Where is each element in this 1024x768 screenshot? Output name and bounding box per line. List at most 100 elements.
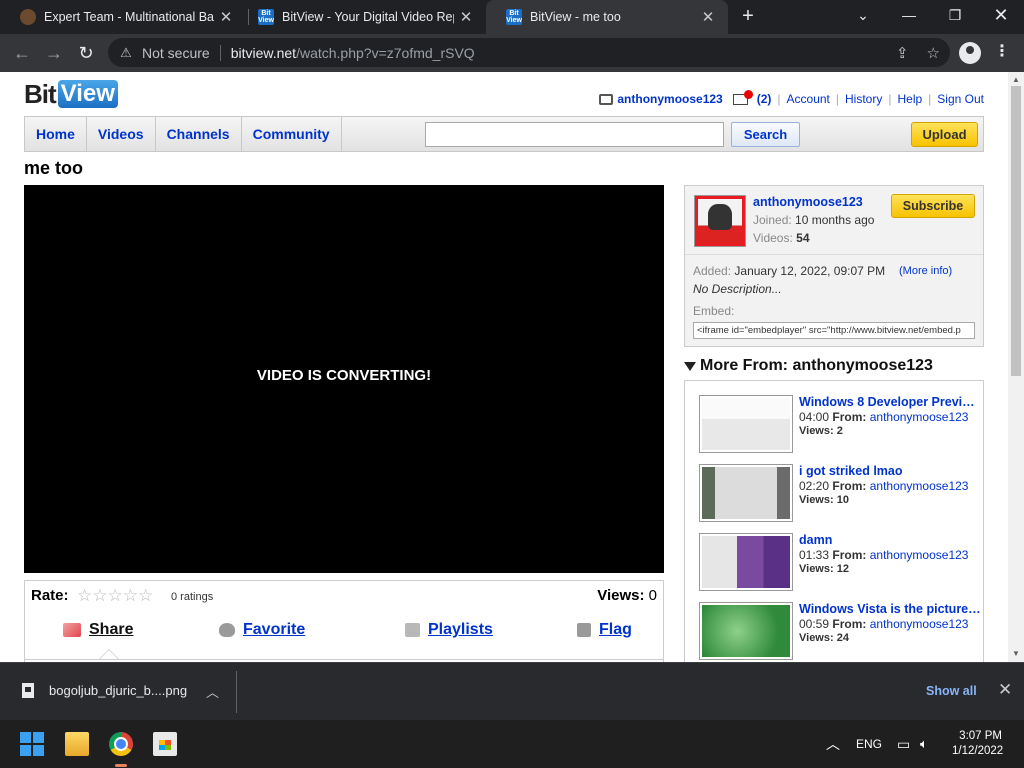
video-thumbnail[interactable]	[699, 464, 793, 522]
user-name-link[interactable]: anthonymoose123	[617, 92, 722, 106]
share-label: Share	[89, 621, 134, 638]
video-duration: 01:33	[799, 548, 830, 562]
video-thumbnail[interactable]	[699, 602, 793, 660]
video-title-link[interactable]: i got striked lmao	[799, 464, 981, 478]
video-player[interactable]: VIDEO IS CONVERTING!	[24, 185, 664, 573]
list-item[interactable]: i got striked lmao 02:20 From: anthonymo…	[699, 464, 981, 524]
reload-icon[interactable]: ↻	[74, 41, 98, 65]
tab-search-icon[interactable]: ⌄	[840, 0, 886, 30]
download-separator	[236, 671, 237, 713]
thumbnail-image	[702, 467, 790, 519]
system-clock[interactable]: 3:07 PM 1/12/2022	[952, 729, 1003, 759]
video-title-link[interactable]: Windows 8 Developer Previe…	[799, 395, 981, 409]
nav-channels[interactable]: Channels	[156, 117, 242, 151]
url-path: /watch.php?v=z7ofmd_rSVQ	[296, 44, 475, 61]
rating-stars[interactable]: ☆☆☆☆☆	[77, 586, 153, 606]
tab-expert-team[interactable]: Expert Team - Multinational Bask ✕	[0, 0, 246, 34]
more-from-heading[interactable]: More From: anthonymoose123	[684, 357, 933, 375]
logo-bit: Bit	[24, 78, 57, 109]
address-bar[interactable]: ⚠ Not secure bitview.net/watch.php?v=z7o…	[108, 38, 950, 67]
scroll-down-icon[interactable]: ▼	[1012, 649, 1020, 658]
microsoft-store-icon[interactable]	[153, 732, 177, 756]
playlists-label: Playlists	[428, 621, 493, 638]
minimize-icon[interactable]: —	[886, 0, 932, 30]
chevron-up-tray-icon[interactable]: ︿	[826, 720, 840, 768]
tab-bitview-me-too[interactable]: Bit View BitView - me too ✕	[486, 0, 728, 34]
account-link[interactable]: Account	[787, 92, 830, 106]
close-download-bar-icon[interactable]: ✕	[998, 680, 1012, 700]
info-divider	[685, 254, 983, 255]
download-item[interactable]: bogoljub_djuric_b....png	[22, 683, 187, 698]
restore-icon[interactable]: ❐	[932, 0, 978, 30]
windows-start-icon[interactable]	[20, 732, 44, 756]
channel-link[interactable]: anthonymoose123	[870, 548, 969, 562]
new-tab-button[interactable]: +	[737, 5, 759, 27]
channel-link[interactable]: anthonymoose123	[870, 479, 969, 493]
views-count: 0	[648, 587, 657, 604]
scrollbar-thumb[interactable]	[1011, 86, 1021, 376]
separator: |	[888, 92, 892, 106]
upload-button[interactable]: Upload	[911, 122, 978, 147]
channel-link[interactable]: anthonymoose123	[870, 617, 969, 631]
warning-icon[interactable]: ⚠	[118, 45, 134, 61]
channel-link[interactable]: anthonymoose123	[870, 410, 969, 424]
volume-icon[interactable]: 🔈︎	[920, 720, 928, 768]
video-title-link[interactable]: Windows Vista is the picture …	[799, 602, 981, 616]
profile-avatar-icon[interactable]	[959, 42, 981, 64]
videos-label: Videos:	[753, 231, 793, 245]
show-all-button[interactable]: Show all	[926, 684, 977, 698]
list-item[interactable]: Windows Vista is the picture … 00:59 Fro…	[699, 602, 981, 662]
search-input[interactable]	[425, 122, 724, 147]
separator: |	[928, 92, 932, 106]
close-tab-icon[interactable]: ✕	[454, 8, 478, 26]
share-button[interactable]: Share	[63, 621, 133, 639]
joined-label: Joined:	[753, 213, 792, 227]
language-indicator[interactable]: ENG	[856, 720, 882, 768]
inbox-count-link[interactable]: (2)	[757, 92, 772, 106]
video-thumbnail[interactable]	[699, 395, 793, 453]
uploader-avatar[interactable]	[694, 195, 746, 247]
nav-videos[interactable]: Videos	[87, 117, 156, 151]
tab-bitview-home[interactable]: Bit View BitView - Your Digital Video Rep…	[238, 0, 486, 34]
file-explorer-icon[interactable]	[65, 732, 89, 756]
flag-label: Flag	[599, 621, 632, 638]
favorite-label: Favorite	[243, 621, 306, 638]
nav-home[interactable]: Home	[25, 117, 87, 151]
video-title-link[interactable]: damn	[799, 533, 981, 547]
chrome-menu-icon[interactable]: ⋮	[994, 41, 1010, 61]
chrome-app-icon[interactable]	[109, 732, 133, 756]
nav-community[interactable]: Community	[242, 117, 342, 151]
omnibox-divider	[219, 44, 221, 61]
network-icon[interactable]: ▭	[897, 720, 910, 768]
subscribe-button[interactable]: Subscribe	[891, 194, 975, 218]
sign-out-link[interactable]: Sign Out	[937, 92, 984, 106]
close-window-icon[interactable]: ✕	[978, 0, 1024, 30]
video-meta: 02:20 From: anthonymoose123	[799, 479, 968, 493]
close-tab-icon[interactable]: ✕	[696, 8, 720, 26]
embed-code-field[interactable]: <iframe id="embedplayer" src="http://www…	[693, 322, 975, 339]
forward-icon[interactable]: →	[42, 41, 66, 65]
favorite-button[interactable]: Favorite	[219, 621, 305, 639]
flag-icon	[577, 623, 591, 637]
bitview-logo[interactable]: Bit View	[24, 78, 118, 110]
list-item[interactable]: damn 01:33 From: anthonymoose123 Views: …	[699, 533, 981, 593]
help-link[interactable]: Help	[897, 92, 922, 106]
history-link[interactable]: History	[845, 92, 882, 106]
search-button[interactable]: Search	[731, 122, 800, 147]
video-thumbnail[interactable]	[699, 533, 793, 591]
security-label[interactable]: Not secure	[142, 45, 210, 61]
back-icon[interactable]: ←	[10, 41, 34, 65]
flag-button[interactable]: Flag	[577, 621, 632, 639]
bookmark-star-icon[interactable]: ☆	[927, 44, 940, 62]
list-item[interactable]: Windows 8 Developer Previe… 04:00 From: …	[699, 395, 981, 455]
close-tab-icon[interactable]: ✕	[214, 8, 238, 26]
page-scrollbar[interactable]: ▲ ▼	[1008, 72, 1024, 662]
inbox-mail-icon[interactable]	[732, 89, 753, 105]
more-info-link[interactable]: (More info)	[899, 265, 952, 277]
rate-label: Rate:	[31, 587, 69, 604]
scroll-up-icon[interactable]: ▲	[1012, 75, 1020, 84]
share-page-icon[interactable]: ⇪	[896, 44, 909, 62]
playlists-button[interactable]: Playlists	[405, 621, 493, 639]
chevron-up-icon[interactable]: ︿	[206, 682, 219, 701]
uploader-name-link[interactable]: anthonymoose123	[753, 195, 863, 209]
